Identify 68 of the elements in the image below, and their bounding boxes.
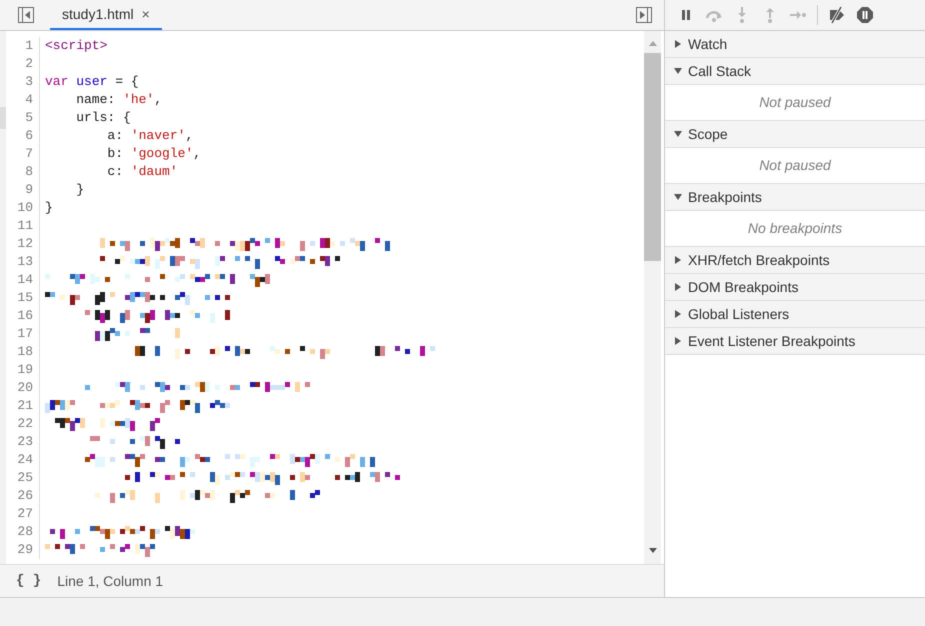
collapsed-triangle-icon <box>674 40 682 48</box>
line-number: 16 <box>6 307 40 325</box>
line-number: 5 <box>6 109 40 127</box>
line-number: 8 <box>6 163 40 181</box>
scrollbar[interactable] <box>644 31 661 564</box>
section-header[interactable]: XHR/fetch Breakpoints <box>665 247 925 274</box>
pause-on-exceptions-icon[interactable] <box>856 6 874 24</box>
close-button[interactable]: × <box>142 4 150 24</box>
code-line: c: 'daum' <box>106 163 178 181</box>
empty-message: Not paused <box>759 93 831 112</box>
line-number: 29 <box>6 541 40 559</box>
code-line: name: 'he', <box>75 91 162 109</box>
line-number: 22 <box>6 415 40 433</box>
scroll-up-icon[interactable] <box>648 40 656 46</box>
expanded-triangle-icon <box>674 193 682 201</box>
line-number: 1 <box>6 37 40 55</box>
section-header[interactable]: Scope <box>665 121 925 148</box>
code-line: } <box>75 181 84 199</box>
deactivate-breakpoints-icon[interactable] <box>828 6 846 24</box>
expanded-triangle-icon <box>674 130 682 138</box>
line-number: 21 <box>6 397 40 415</box>
line-number: 18 <box>6 343 40 361</box>
line-number: 24 <box>6 451 40 469</box>
line-number: 26 <box>6 487 40 505</box>
line-number: 28 <box>6 523 40 541</box>
section-header[interactable]: Event Listener Breakpoints <box>665 328 925 355</box>
line-number: 15 <box>6 289 40 307</box>
empty-message: Not paused <box>759 156 831 175</box>
code-line: a: 'naver', <box>106 127 194 145</box>
section-header[interactable]: Call Stack <box>665 58 925 85</box>
scrollbar-thumb[interactable] <box>644 53 661 261</box>
line-number: 17 <box>6 325 40 343</box>
line-number: 13 <box>6 253 40 271</box>
code-line: urls: { <box>75 109 131 127</box>
line-number: 23 <box>6 433 40 451</box>
code-line: } <box>45 199 53 217</box>
line-number: 7 <box>6 145 40 163</box>
expanded-triangle-icon <box>674 67 682 75</box>
line-number: 19 <box>6 361 40 379</box>
line-number: 20 <box>6 379 40 397</box>
collapsed-triangle-icon <box>674 337 682 345</box>
line-number: 4 <box>6 91 40 109</box>
collapsed-triangle-icon <box>674 256 682 264</box>
line-number: 6 <box>6 127 40 145</box>
section-header[interactable]: DOM Breakpoints <box>665 274 925 301</box>
line-number: 14 <box>6 271 40 289</box>
scroll-down-icon[interactable] <box>648 548 656 554</box>
sidebar-toggle-icon[interactable] <box>18 7 34 23</box>
line-number: 27 <box>6 505 40 523</box>
collapsed-triangle-icon <box>674 310 682 318</box>
code-line: <script> <box>45 37 108 55</box>
empty-message: No breakpoints <box>748 219 842 238</box>
line-number: 12 <box>6 235 40 253</box>
line-number: 25 <box>6 469 40 487</box>
line-number: 2 <box>6 55 40 73</box>
code-line: b: 'google', <box>106 145 202 163</box>
section-header[interactable]: Breakpoints <box>665 184 925 211</box>
section-header[interactable]: Global Listeners <box>665 301 925 328</box>
section-header[interactable]: Watch <box>665 31 925 58</box>
line-number: 9 <box>6 181 40 199</box>
sidebar-toggle-icon[interactable] <box>636 7 652 23</box>
cursor-position: Line 1, Column 1 <box>57 572 164 590</box>
line-number: 10 <box>6 199 40 217</box>
line-number: 3 <box>6 73 40 91</box>
code-line: var user = { <box>45 73 139 91</box>
pretty-print-button[interactable]: { } <box>16 570 42 592</box>
collapsed-triangle-icon <box>674 283 682 291</box>
line-number: 11 <box>6 217 40 235</box>
